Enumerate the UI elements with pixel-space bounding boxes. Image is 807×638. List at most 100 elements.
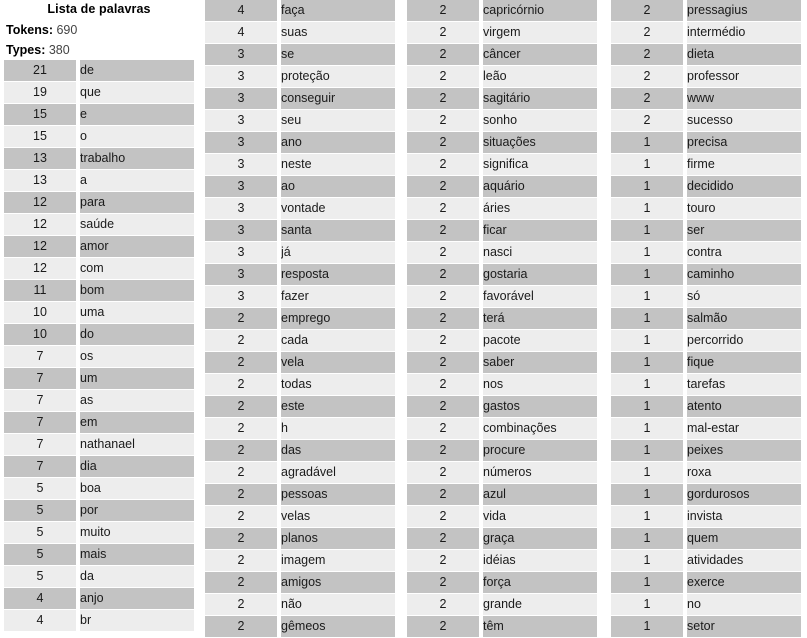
table-row[interactable]: 2 pressagius [611, 0, 801, 22]
word-text-cell[interactable]: planos [279, 527, 395, 550]
table-row[interactable]: 5 da [4, 565, 194, 588]
table-row[interactable]: 12 com [4, 257, 194, 280]
table-row[interactable]: 2 gastos [407, 395, 597, 418]
word-text-cell[interactable]: por [78, 499, 194, 522]
word-text-cell[interactable]: aquário [481, 175, 597, 198]
word-text-cell[interactable]: dieta [685, 43, 801, 66]
word-text-cell[interactable]: gastos [481, 395, 597, 418]
word-text-cell[interactable]: touro [685, 197, 801, 220]
table-row[interactable]: 7 um [4, 367, 194, 390]
table-row[interactable]: 2 terá [407, 307, 597, 330]
table-row[interactable]: 2 não [205, 593, 395, 616]
table-row[interactable]: 2 têm [407, 615, 597, 638]
word-text-cell[interactable]: decidido [685, 175, 801, 198]
table-row[interactable]: 3 neste [205, 153, 395, 176]
word-text-cell[interactable]: anjo [78, 587, 194, 610]
word-text-cell[interactable]: br [78, 609, 194, 632]
word-text-cell[interactable]: setor [685, 615, 801, 638]
table-row[interactable]: 10 do [4, 323, 194, 346]
word-text-cell[interactable]: capricórnio [481, 0, 597, 22]
table-row[interactable]: 1 salmão [611, 307, 801, 330]
table-row[interactable]: 2 imagem [205, 549, 395, 572]
word-text-cell[interactable]: firme [685, 153, 801, 176]
table-row[interactable]: 2 professor [611, 65, 801, 88]
table-row[interactable]: 3 vontade [205, 197, 395, 220]
word-text-cell[interactable]: têm [481, 615, 597, 638]
table-row[interactable]: 3 se [205, 43, 395, 66]
word-text-cell[interactable]: situações [481, 131, 597, 154]
table-row[interactable]: 2 força [407, 571, 597, 594]
table-row[interactable]: 2 nos [407, 373, 597, 396]
word-text-cell[interactable]: salmão [685, 307, 801, 330]
word-text-cell[interactable]: pressagius [685, 0, 801, 22]
table-row[interactable]: 2 números [407, 461, 597, 484]
table-row[interactable]: 2 pacote [407, 329, 597, 352]
table-row[interactable]: 2 sucesso [611, 109, 801, 132]
word-text-cell[interactable]: grande [481, 593, 597, 616]
word-text-cell[interactable]: resposta [279, 263, 395, 286]
word-text-cell[interactable]: peixes [685, 439, 801, 462]
table-row[interactable]: 7 as [4, 389, 194, 412]
word-text-cell[interactable]: do [78, 323, 194, 346]
table-row[interactable]: 2 vela [205, 351, 395, 374]
word-text-cell[interactable]: se [279, 43, 395, 66]
table-row[interactable]: 13 trabalho [4, 147, 194, 170]
table-row[interactable]: 1 touro [611, 197, 801, 220]
word-text-cell[interactable]: nathanael [78, 433, 194, 456]
table-row[interactable]: 2 leão [407, 65, 597, 88]
table-row[interactable]: 4 br [4, 609, 194, 632]
table-row[interactable]: 1 precisa [611, 131, 801, 154]
word-text-cell[interactable]: combinações [481, 417, 597, 440]
table-row[interactable]: 2 azul [407, 483, 597, 506]
word-text-cell[interactable]: www [685, 87, 801, 110]
word-text-cell[interactable]: caminho [685, 263, 801, 286]
word-text-cell[interactable]: neste [279, 153, 395, 176]
word-text-cell[interactable]: atividades [685, 549, 801, 572]
word-text-cell[interactable]: vontade [279, 197, 395, 220]
word-text-cell[interactable]: favorável [481, 285, 597, 308]
word-text-cell[interactable]: áries [481, 197, 597, 220]
table-row[interactable]: 3 ao [205, 175, 395, 198]
word-text-cell[interactable]: agradável [279, 461, 395, 484]
word-text-cell[interactable]: procure [481, 439, 597, 462]
table-row[interactable]: 7 dia [4, 455, 194, 478]
table-row[interactable]: 2 cada [205, 329, 395, 352]
table-row[interactable]: 1 atento [611, 395, 801, 418]
word-text-cell[interactable]: h [279, 417, 395, 440]
word-text-cell[interactable]: já [279, 241, 395, 264]
table-row[interactable]: 2 favorável [407, 285, 597, 308]
word-text-cell[interactable]: força [481, 571, 597, 594]
word-text-cell[interactable]: saber [481, 351, 597, 374]
word-text-cell[interactable]: das [279, 439, 395, 462]
table-row[interactable]: 2 www [611, 87, 801, 110]
table-row[interactable]: 7 nathanael [4, 433, 194, 456]
table-row[interactable]: 2 emprego [205, 307, 395, 330]
table-row[interactable]: 1 mal-estar [611, 417, 801, 440]
word-text-cell[interactable]: saúde [78, 213, 194, 236]
table-row[interactable]: 2 nasci [407, 241, 597, 264]
table-row[interactable]: 19 que [4, 81, 194, 104]
table-row[interactable]: 2 idéias [407, 549, 597, 572]
word-text-cell[interactable]: conseguir [279, 87, 395, 110]
table-row[interactable]: 1 fique [611, 351, 801, 374]
word-text-cell[interactable]: mais [78, 543, 194, 566]
table-row[interactable]: 3 resposta [205, 263, 395, 286]
table-row[interactable]: 13 a [4, 169, 194, 192]
table-row[interactable]: 2 sonho [407, 109, 597, 132]
word-text-cell[interactable]: nos [481, 373, 597, 396]
table-row[interactable]: 1 percorrido [611, 329, 801, 352]
word-text-cell[interactable]: percorrido [685, 329, 801, 352]
table-row[interactable]: 7 os [4, 345, 194, 368]
table-row[interactable]: 2 situações [407, 131, 597, 154]
table-row[interactable]: 2 significa [407, 153, 597, 176]
table-row[interactable]: 2 grande [407, 593, 597, 616]
table-row[interactable]: 5 muito [4, 521, 194, 544]
table-row[interactable]: 2 combinações [407, 417, 597, 440]
word-text-cell[interactable]: sonho [481, 109, 597, 132]
word-text-cell[interactable]: imagem [279, 549, 395, 572]
word-text-cell[interactable]: suas [279, 21, 395, 44]
table-row[interactable]: 2 todas [205, 373, 395, 396]
table-row[interactable]: 1 firme [611, 153, 801, 176]
word-text-cell[interactable]: uma [78, 301, 194, 324]
word-text-cell[interactable]: leão [481, 65, 597, 88]
